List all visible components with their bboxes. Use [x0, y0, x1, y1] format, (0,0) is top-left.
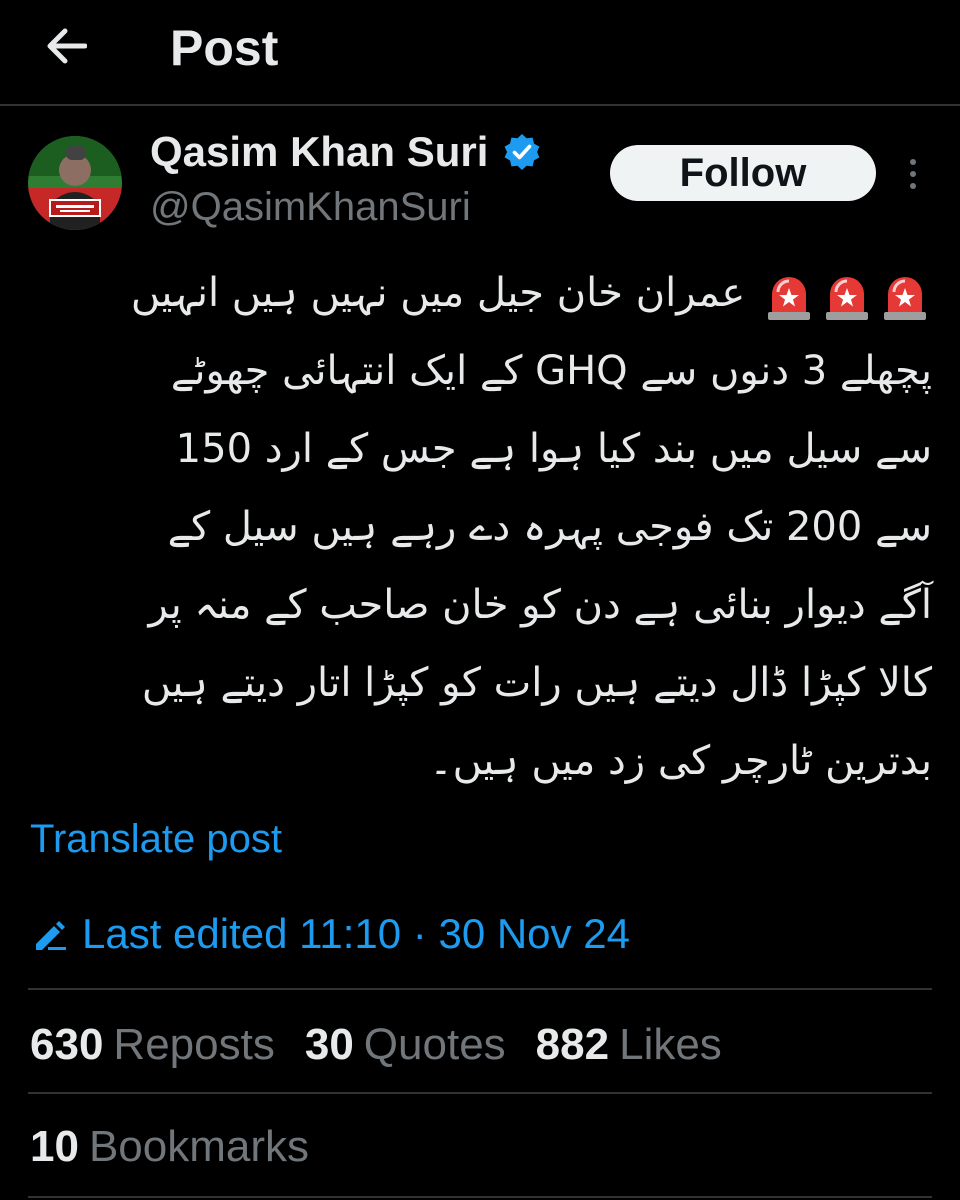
bookmarks-stat[interactable]: 10 Bookmarks [30, 1118, 309, 1176]
post-line-text: عمران خان جیل میں نہیں ہیں انہیں [130, 270, 746, 316]
top-bar: Post [0, 0, 960, 106]
author-handle[interactable]: @QasimKhanSuri [150, 182, 471, 232]
divider [28, 1092, 932, 1094]
more-dot [910, 159, 916, 165]
post-line-7: بدترین ٹارچر کی زد میں ہیں۔ [429, 738, 932, 784]
engagement-stats: 630 Reposts 30 Quotes 882 Likes [30, 1016, 752, 1074]
more-vertical-icon[interactable] [898, 152, 928, 196]
bookmarks-count: 10 [30, 1122, 79, 1171]
author-name-text: Qasim Khan Suri [150, 128, 489, 175]
profile-avatar-icon [28, 136, 122, 230]
likes-label: Likes [619, 1020, 722, 1069]
last-edited-text: Last edited 11:10 · 30 Nov 24 [82, 910, 630, 957]
police-siren-icon [768, 277, 810, 320]
police-siren-icon [884, 277, 926, 320]
bookmarks-stat-inner: 10 Bookmarks [30, 1118, 309, 1176]
post-line-6: کالا کپڑا ڈال دیتے ہیں رات کو کپڑا اتار … [141, 660, 932, 706]
police-siren-icon [826, 277, 868, 320]
divider [28, 1196, 932, 1198]
avatar[interactable] [28, 136, 122, 230]
post-line-2: پچھلے 3 دنوں سے GHQ کے ایک انتہائی چھوٹے [170, 348, 932, 394]
follow-button[interactable]: Follow [610, 145, 876, 201]
reposts-stat[interactable]: 630 Reposts [30, 1016, 275, 1074]
quotes-count: 30 [304, 1020, 354, 1069]
post-line-5: آگے دیوار بنائی ہے دن کو خان صاحب کے منہ… [148, 582, 932, 628]
reposts-label: Reposts [113, 1020, 275, 1069]
arrow-left-icon [47, 28, 87, 64]
quotes-label: Quotes [363, 1020, 506, 1069]
edit-pencil-icon [36, 921, 66, 950]
likes-count: 882 [535, 1020, 610, 1069]
quotes-stat[interactable]: 30 Quotes [305, 1016, 506, 1074]
author-display-name[interactable]: Qasim Khan Suri [150, 126, 542, 178]
post-emoji [745, 270, 932, 320]
divider [28, 988, 932, 990]
post-line-1: عمران خان جیل میں نہیں ہیں انہیں [28, 254, 932, 332]
post-line-4: سے 200 تک فوجی پہرہ دے رہے ہیں سیل کے [167, 504, 932, 550]
back-button[interactable] [36, 18, 96, 74]
more-dot [910, 171, 916, 177]
page-title: Post [170, 20, 279, 76]
reposts-count: 630 [30, 1020, 104, 1069]
likes-stat[interactable]: 882 Likes [536, 1016, 722, 1074]
verified-badge-icon [505, 134, 540, 170]
post-line-3: سے سیل میں بند کیا ہوا ہے جس کے ارد 150 [175, 426, 932, 472]
bookmarks-label: Bookmarks [88, 1122, 310, 1171]
last-edited-link[interactable]: Last edited 11:10 · 30 Nov 24 [30, 906, 630, 962]
more-dot [910, 183, 916, 189]
translate-post-link[interactable]: Translate post [30, 812, 282, 866]
post-body: عمران خان جیل میں نہیں ہیں انہیں پچھلے 3… [28, 254, 932, 800]
